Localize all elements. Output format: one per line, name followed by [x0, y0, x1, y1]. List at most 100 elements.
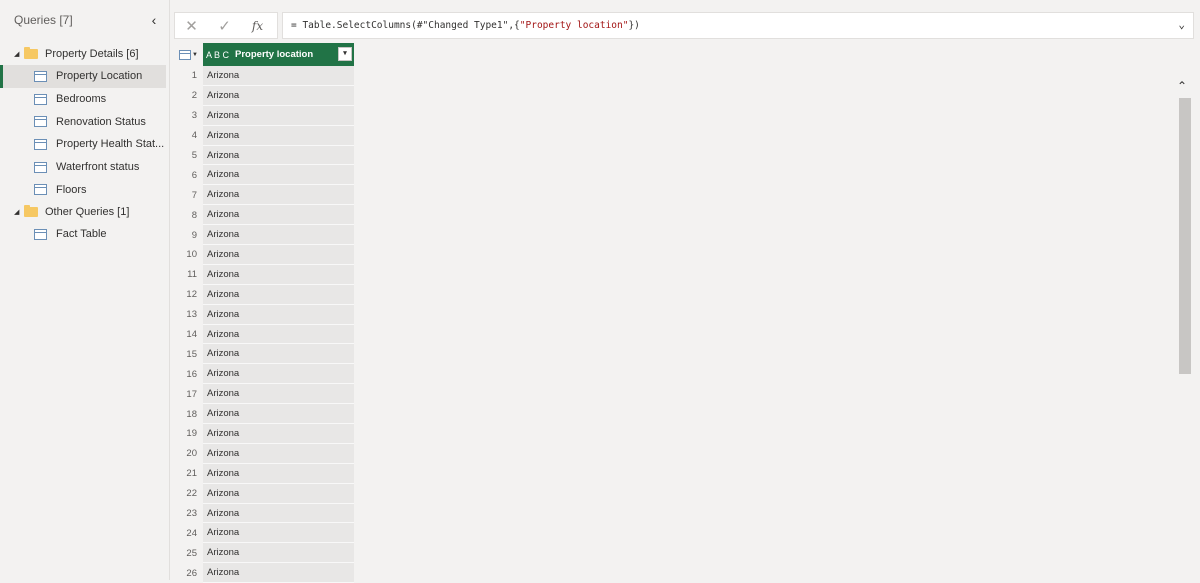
- table-cell[interactable]: Arizona: [203, 384, 354, 405]
- query-item[interactable]: Fact Table: [0, 223, 169, 246]
- table-icon: [179, 49, 192, 60]
- queries-title: Queries [7]: [14, 13, 73, 27]
- formula-buttons: ✕ ✓ fx: [174, 12, 278, 39]
- query-item-label: Renovation Status: [56, 115, 146, 128]
- table-icon: [34, 70, 47, 82]
- table-cell[interactable]: Arizona: [203, 443, 354, 464]
- query-item[interactable]: Floors: [0, 178, 169, 201]
- row-number: 9: [174, 225, 203, 246]
- query-item[interactable]: Renovation Status: [0, 110, 169, 133]
- table-row: 9 Arizona: [174, 225, 354, 246]
- formula-input[interactable]: = Table.SelectColumns(#"Changed Type1",{…: [282, 12, 1194, 39]
- queries-pane: Queries [7] ‹ ◢ Property Details [6] Prope…: [0, 0, 170, 580]
- query-item[interactable]: Property Location: [0, 65, 166, 88]
- row-number: 17: [174, 384, 203, 405]
- table-menu-button[interactable]: ▼: [174, 43, 203, 66]
- query-item-label: Bedrooms: [56, 93, 107, 106]
- table-cell[interactable]: Arizona: [203, 543, 354, 564]
- table-cell[interactable]: Arizona: [203, 364, 354, 385]
- expand-caret-icon[interactable]: ◢: [14, 50, 24, 58]
- confirm-icon[interactable]: ✓: [208, 17, 241, 35]
- table-row: 8 Arizona: [174, 205, 354, 226]
- table-cell[interactable]: Arizona: [203, 125, 354, 146]
- table-row: 6 Arizona: [174, 165, 354, 186]
- row-number: 11: [174, 264, 203, 285]
- row-number: 21: [174, 463, 203, 484]
- query-item[interactable]: Property Health Stat...: [0, 133, 169, 156]
- expand-formula-icon[interactable]: ⌄: [1178, 18, 1185, 31]
- table-cell[interactable]: Arizona: [203, 324, 354, 345]
- table-cell[interactable]: Arizona: [203, 225, 354, 246]
- table-cell[interactable]: Arizona: [203, 205, 354, 226]
- table-cell[interactable]: Arizona: [203, 245, 354, 265]
- table-icon: [34, 161, 47, 173]
- column-header-property-location[interactable]: A B C Property location ▾: [203, 43, 354, 66]
- scroll-up-icon[interactable]: ⌃: [1177, 79, 1187, 93]
- row-number: 10: [174, 245, 203, 265]
- table-cell[interactable]: Arizona: [203, 503, 354, 524]
- table-row: 20 Arizona: [174, 443, 354, 464]
- row-number: 15: [174, 344, 203, 365]
- table-row: 15 Arizona: [174, 344, 354, 365]
- table-row: 12 Arizona: [174, 284, 354, 305]
- table-row: 1 Arizona: [174, 66, 354, 86]
- row-number: 3: [174, 105, 203, 126]
- table-cell[interactable]: Arizona: [203, 483, 354, 504]
- text-type-icon[interactable]: A B C: [206, 50, 229, 60]
- table-cell[interactable]: Arizona: [203, 264, 354, 285]
- fx-icon[interactable]: fx: [241, 19, 274, 33]
- table-cell[interactable]: Arizona: [203, 563, 354, 583]
- query-group[interactable]: ◢ Property Details [6]: [0, 43, 169, 65]
- expand-caret-icon[interactable]: ◢: [14, 208, 24, 216]
- table-row: 18 Arizona: [174, 404, 354, 425]
- query-item[interactable]: Bedrooms: [0, 88, 169, 111]
- table-cell[interactable]: Arizona: [203, 404, 354, 425]
- table-cell[interactable]: Arizona: [203, 185, 354, 206]
- queries-tree: ◢ Property Details [6] Property Location Be…: [0, 40, 169, 246]
- folder-icon: [24, 205, 38, 218]
- table-row: 4 Arizona: [174, 125, 354, 146]
- row-number: 4: [174, 125, 203, 146]
- table-cell[interactable]: Arizona: [203, 165, 354, 186]
- table-row: 19 Arizona: [174, 424, 354, 444]
- query-group-label: Other Queries [1]: [45, 206, 130, 219]
- formula-text-string: "Property location": [519, 20, 629, 31]
- table-cell[interactable]: Arizona: [203, 105, 354, 126]
- row-number: 5: [174, 145, 203, 166]
- table-row: 21 Arizona: [174, 463, 354, 484]
- table-row: 13 Arizona: [174, 304, 354, 325]
- cancel-icon[interactable]: ✕: [175, 17, 208, 35]
- table-cell[interactable]: Arizona: [203, 424, 354, 444]
- table-row: 14 Arizona: [174, 324, 354, 345]
- table-icon: [34, 93, 47, 105]
- table-row: 3 Arizona: [174, 105, 354, 126]
- table-cell[interactable]: Arizona: [203, 85, 354, 106]
- table-cell[interactable]: Arizona: [203, 523, 354, 544]
- table-cell[interactable]: Arizona: [203, 145, 354, 166]
- row-number: 23: [174, 503, 203, 524]
- vertical-scrollbar-thumb[interactable]: [1179, 98, 1191, 374]
- filter-dropdown-icon[interactable]: ▾: [338, 47, 352, 61]
- row-number: 22: [174, 483, 203, 504]
- table-cell[interactable]: Arizona: [203, 284, 354, 305]
- caret-down-icon: ▼: [192, 51, 198, 58]
- row-number: 24: [174, 523, 203, 544]
- table-row: 24 Arizona: [174, 523, 354, 544]
- table-cell[interactable]: Arizona: [203, 344, 354, 365]
- table-row: 26 Arizona: [174, 563, 354, 583]
- query-item[interactable]: Waterfront status: [0, 156, 169, 179]
- collapse-pane-icon[interactable]: ‹: [147, 12, 161, 28]
- query-item-label: Waterfront status: [56, 161, 140, 174]
- grid-header: ▼ A B C Property location ▾: [174, 43, 354, 66]
- table-cell[interactable]: Arizona: [203, 304, 354, 325]
- table-icon: [34, 228, 47, 240]
- table-cell[interactable]: Arizona: [203, 463, 354, 484]
- row-number: 19: [174, 424, 203, 444]
- query-group[interactable]: ◢ Other Queries [1]: [0, 201, 169, 223]
- data-grid: ▼ A B C Property location ▾ 1 Arizona 2 Ari…: [174, 43, 354, 583]
- row-number: 14: [174, 324, 203, 345]
- table-cell[interactable]: Arizona: [203, 66, 354, 86]
- table-row: 5 Arizona: [174, 145, 354, 166]
- row-number: 7: [174, 185, 203, 206]
- row-number: 26: [174, 563, 203, 583]
